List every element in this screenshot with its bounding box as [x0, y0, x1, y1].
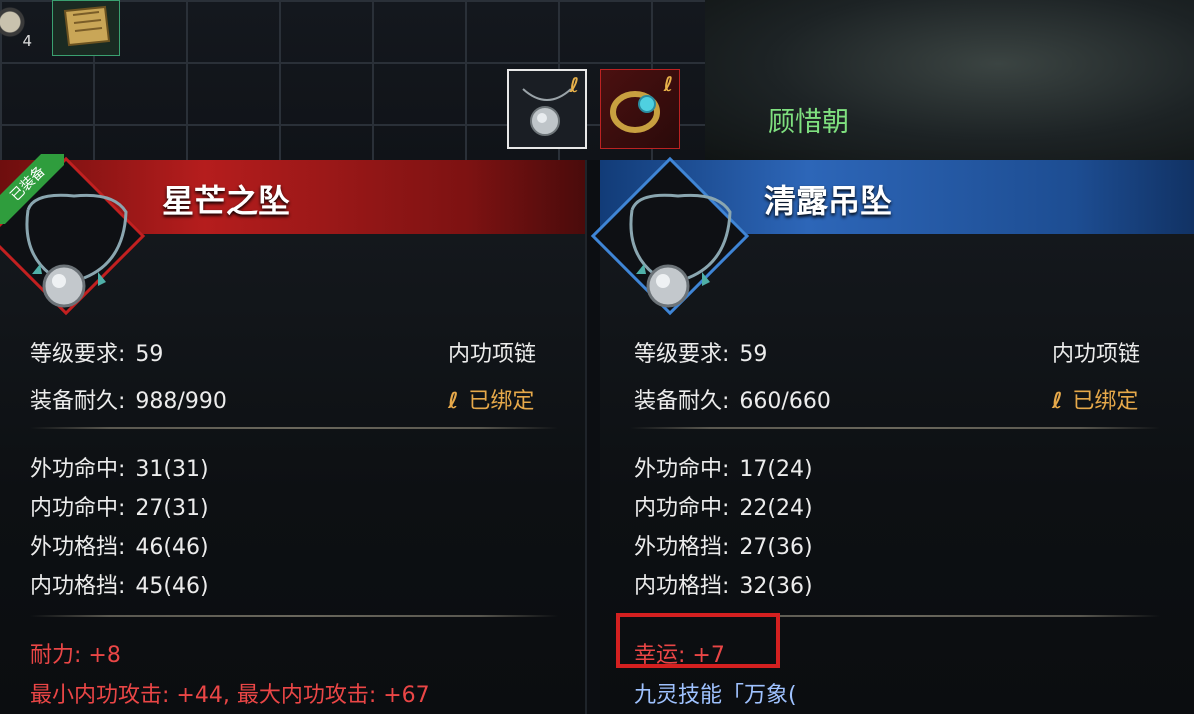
durability-value: 988/990 [135, 389, 227, 414]
stat-row: 外功命中: 31(31) [30, 451, 209, 483]
stat-value: 17(24) [739, 457, 813, 482]
stat-row: 内功格挡: 45(46) [30, 568, 209, 600]
bound-status: ℓ 已绑定 [448, 383, 534, 415]
durability-label: 装备耐久: [30, 389, 126, 414]
bind-icon: ℓ [569, 73, 579, 97]
inventory-slot-ring[interactable]: ℓ [600, 69, 680, 149]
divider [30, 615, 558, 617]
level-requirement: 等级要求: 59 [634, 336, 767, 368]
inventory-slot-pendant[interactable]: ℓ [507, 69, 587, 149]
stat-row: 内功命中: 22(24) [634, 490, 813, 522]
stat-label: 内功命中: [634, 496, 730, 521]
bind-icon: ℓ [448, 389, 459, 414]
item-type: 内功项链 [448, 342, 537, 367]
level-label: 等级要求: [634, 342, 730, 367]
equipped-item-tooltip: 星芒之坠 已装备 等级要求: 59 内功项链 装备耐久: 988/990 ℓ 已绑定 … [0, 154, 587, 714]
stat-value: 32(36) [739, 574, 813, 599]
durability: 装备耐久: 988/990 [30, 383, 227, 415]
divider [630, 427, 1160, 429]
inventory-grid: 4 ℓ ℓ [0, 0, 705, 160]
stat-row: 外功命中: 17(24) [634, 451, 813, 483]
durability-label: 装备耐久: [634, 389, 730, 414]
equipped-badge-label: 已装备 [0, 154, 64, 224]
stat-row: 内功命中: 27(31) [30, 490, 209, 522]
bonus-stat: 最小内功攻击: +44, 最大内功攻击: +67 [30, 683, 430, 708]
stat-row: 外功格挡: 46(46) [30, 529, 209, 561]
stat-value: 22(24) [739, 496, 813, 521]
stat-row: 内功格挡: 32(36) [634, 568, 813, 600]
stat-value: 46(46) [135, 535, 209, 560]
item-count: 4 [22, 32, 32, 50]
stat-label: 外功格挡: [30, 535, 126, 560]
item-name: 清露吊坠 [764, 182, 893, 220]
stat-label: 外功命中: [634, 457, 730, 482]
item-type: 内功项链 [1052, 342, 1141, 367]
level-value: 59 [135, 342, 164, 367]
stat-value: 27(31) [135, 496, 209, 521]
highlight-box [616, 613, 780, 668]
skill-line: 九灵技能「万象( [634, 683, 797, 708]
stat-label: 外功格挡: [634, 535, 730, 560]
bound-label: 已绑定 [468, 389, 535, 414]
stat-label: 内功格挡: [634, 574, 730, 599]
durability-value: 660/660 [739, 389, 831, 414]
stat-row: 外功格挡: 27(36) [634, 529, 813, 561]
character-name: 顾惜朝 [768, 107, 849, 138]
stat-label: 内功命中: [30, 496, 126, 521]
stat-value: 31(31) [135, 457, 209, 482]
bind-icon: ℓ [663, 72, 673, 96]
inventory-slot-scroll[interactable] [52, 0, 120, 56]
item-name: 星芒之坠 [162, 182, 291, 220]
stat-label: 外功命中: [30, 457, 126, 482]
bonus-stat: 耐力: +8 [30, 643, 121, 668]
scroll-icon [63, 5, 111, 47]
equipped-badge: 已装备 [0, 154, 64, 224]
stat-value: 45(46) [135, 574, 209, 599]
stat-label: 内功格挡: [30, 574, 126, 599]
inventory-slot-ore[interactable]: 4 [0, 0, 38, 56]
bound-status: ℓ 已绑定 [1052, 383, 1138, 415]
bind-icon: ℓ [1052, 389, 1063, 414]
stat-value: 27(36) [739, 535, 813, 560]
level-label: 等级要求: [30, 342, 126, 367]
durability: 装备耐久: 660/660 [634, 383, 831, 415]
bound-label: 已绑定 [1072, 389, 1139, 414]
level-requirement: 等级要求: 59 [30, 336, 163, 368]
level-value: 59 [739, 342, 768, 367]
divider [30, 427, 558, 429]
necklace-icon [629, 193, 732, 308]
